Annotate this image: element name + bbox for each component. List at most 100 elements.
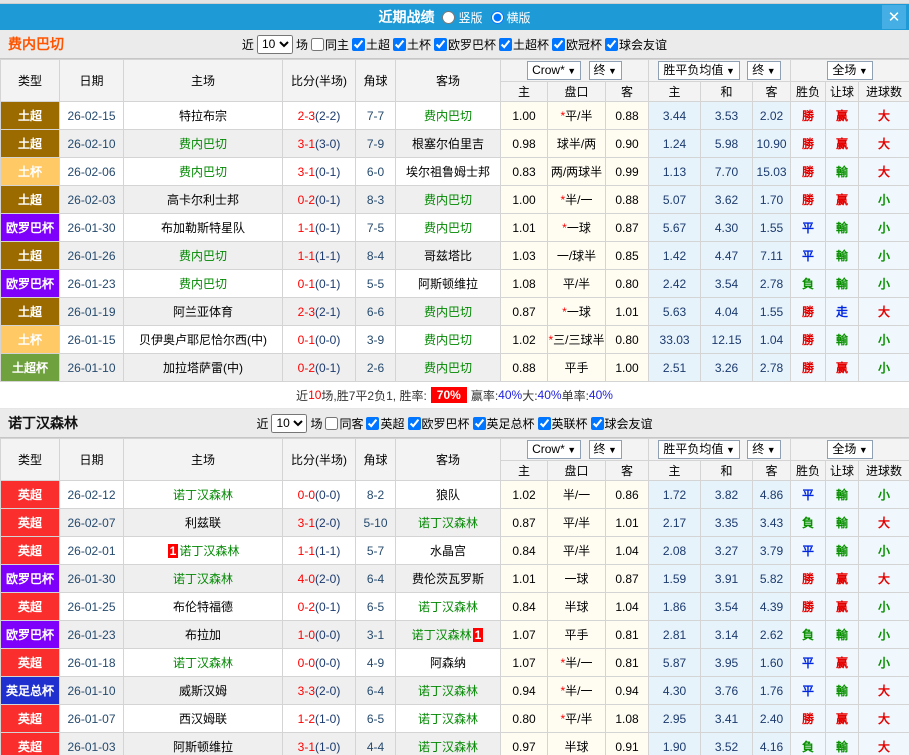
same-venue-checkbox[interactable] (310, 37, 324, 51)
match-row: 土超 26-02-10 费内巴切 3-1(3-0) 7-9 根塞尔伯里吉 0.98 球半/两 0… (0, 129, 909, 158)
col-avg-home: 主 (648, 460, 702, 481)
handicap-result-cell: 赢 (825, 648, 860, 677)
home-odds-cell: 0.87 (500, 508, 548, 537)
league-filter[interactable]: 英联杯 (537, 415, 588, 432)
league-checkbox[interactable] (537, 416, 551, 430)
score-cell: 2-3(2-2) (282, 101, 356, 130)
league-checkbox[interactable] (552, 37, 566, 51)
league-filter[interactable]: 英足总杯 (472, 415, 535, 432)
home-odds-cell: 0.94 (500, 676, 548, 705)
layout-option-horizontal[interactable]: 横版 (490, 9, 531, 26)
league-filter[interactable]: 土超杯 (499, 36, 549, 53)
avg-away-cell: 3.79 (752, 536, 792, 565)
handicap-line-cell: 半球 (547, 592, 606, 621)
handicap-line-cell: *一球 (547, 297, 606, 326)
line-text: 三/三球半 (553, 333, 605, 347)
league-filter[interactable]: 英超 (366, 415, 405, 432)
league-checkbox[interactable] (434, 37, 447, 51)
close-icon[interactable]: ✕ (882, 5, 906, 29)
avg-draw-cell: 4.04 (700, 297, 754, 326)
same-venue-filter[interactable]: 同客 (325, 415, 363, 432)
home-odds-cell: 1.01 (500, 564, 548, 593)
avg-dropdown[interactable]: 胜平负均值 (658, 440, 740, 459)
same-venue-filter[interactable]: 同主 (310, 36, 349, 53)
col-score: 比分(半场) (282, 438, 356, 481)
line-text: 两/两球半 (550, 165, 603, 179)
red-card-badge: 1 (472, 628, 484, 642)
col-home: 主场 (123, 438, 283, 481)
games-label: 场 (310, 416, 323, 431)
home-odds-cell: 1.03 (500, 241, 548, 270)
horizontal-radio[interactable] (490, 10, 504, 24)
handicap-line-cell: 平/半 (547, 269, 606, 298)
avg-away-cell: 2.62 (752, 620, 792, 649)
line-text: 平/半 (565, 109, 593, 123)
league-type-cell: 欧罗巴杯 (0, 213, 60, 242)
score-cell: 3-3(2-0) (282, 676, 356, 705)
fulltime-score: 3-1 (297, 164, 315, 179)
home-team-name: 布加勒斯特星队 (160, 221, 245, 235)
home-team-name: 特拉布宗 (178, 109, 227, 123)
league-checkbox[interactable] (351, 37, 365, 51)
league-filter[interactable]: 土超 (351, 36, 390, 53)
away-team-name: 诺丁汉森林 (417, 712, 478, 726)
league-filter[interactable]: 球会友谊 (590, 415, 653, 432)
league-label: 球会友谊 (604, 416, 653, 431)
league-filter[interactable]: 欧冠杯 (552, 36, 602, 53)
avg-away-cell: 1.04 (752, 325, 792, 354)
bookmaker-dropdown[interactable]: Crow* (527, 440, 582, 459)
goals-result-cell: 大 (858, 704, 909, 733)
league-checkbox[interactable] (590, 416, 604, 430)
avg-away-cell: 1.70 (752, 185, 792, 214)
home-odds-cell: 0.97 (500, 732, 548, 755)
home-team-cell: 西汉姆联 (123, 704, 283, 733)
corners-cell: 5-7 (355, 536, 396, 565)
league-checkbox[interactable] (407, 416, 421, 430)
league-label: 土超杯 (513, 37, 550, 52)
avg-home-cell: 2.51 (648, 353, 702, 382)
home-team-cell: 诺丁汉森林 (123, 564, 283, 593)
layout-option-vertical[interactable]: 竖版 (442, 9, 483, 26)
league-filter[interactable]: 欧罗巴杯 (407, 415, 470, 432)
home-team-name: 诺丁汉森林 (179, 544, 240, 558)
match-row: 英超 26-01-25 布伦特福德 0-2(0-1) 6-5 诺丁汉森林 0.84 半球 1.0… (0, 592, 909, 621)
league-checkbox[interactable] (472, 416, 486, 430)
league-checkbox[interactable] (366, 416, 380, 430)
final-dropdown2[interactable]: 终 (747, 61, 781, 80)
match-count-select[interactable]: 10 (271, 413, 308, 433)
league-filter[interactable]: 球会友谊 (605, 36, 667, 53)
final-dropdown2[interactable]: 终 (747, 440, 781, 459)
league-checkbox[interactable] (605, 37, 619, 51)
team2-name: 诺丁汉森林 (8, 415, 78, 431)
fulltime-score: 3-3 (297, 683, 315, 698)
handicap-line-cell: 平手 (547, 620, 606, 649)
avg-away-cell: 2.40 (752, 704, 792, 733)
league-label: 欧罗巴杯 (421, 416, 470, 431)
match-count-select[interactable]: 10 (256, 34, 293, 54)
vertical-radio[interactable] (442, 10, 456, 24)
goals-result-cell: 大 (858, 101, 909, 130)
avg-home-cell: 5.63 (648, 297, 702, 326)
horizontal-radio-label: 横版 (506, 10, 531, 25)
home-odds-cell: 0.80 (500, 704, 548, 733)
fullmatch-dropdown[interactable]: 全场 (827, 440, 873, 459)
league-checkbox[interactable] (499, 37, 513, 51)
final-dropdown[interactable]: 终 (588, 440, 622, 459)
avg-draw-cell: 3.91 (700, 564, 754, 593)
league-filter[interactable]: 土杯 (392, 36, 431, 53)
league-type-cell: 英超 (0, 704, 60, 733)
league-checkbox[interactable] (392, 37, 406, 51)
avg-dropdown[interactable]: 胜平负均值 (658, 61, 740, 80)
bookmaker-dropdown[interactable]: Crow* (527, 61, 582, 80)
fullmatch-dropdown[interactable]: 全场 (827, 61, 873, 80)
col-handicap: 让球 (825, 81, 860, 102)
same-venue-checkbox[interactable] (325, 416, 339, 430)
result-cell: 負 (790, 269, 827, 298)
league-filter[interactable]: 欧罗巴杯 (434, 36, 496, 53)
handicap-line-cell: *平/半 (547, 704, 606, 733)
handicap-result-cell: 輸 (825, 536, 860, 565)
avg-home-cell: 1.90 (648, 732, 702, 755)
home-team-cell: 布拉加 (123, 620, 283, 649)
score-cell: 0-2(0-1) (282, 353, 356, 382)
final-dropdown[interactable]: 终 (588, 61, 622, 80)
